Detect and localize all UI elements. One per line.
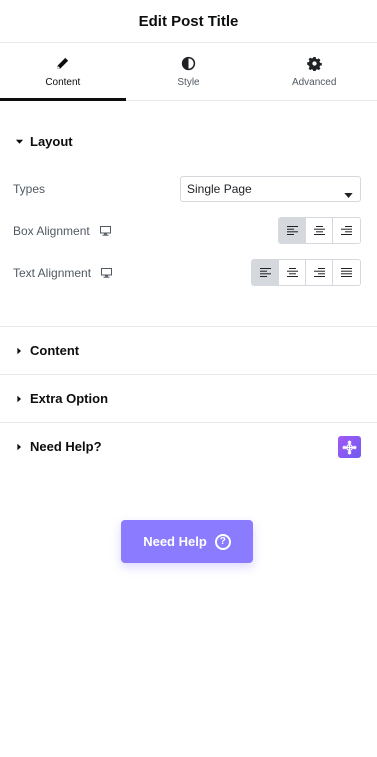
need-help-button[interactable]: Need Help ?: [121, 520, 253, 563]
align-right-icon: [313, 268, 325, 277]
text-align-right-button[interactable]: [306, 260, 333, 285]
types-select-value: Single Page: [187, 181, 252, 196]
types-select[interactable]: Single Page: [180, 175, 361, 202]
caret-down-icon: [14, 136, 24, 146]
box-align-center-button[interactable]: [306, 218, 333, 243]
align-left-icon: [259, 268, 271, 277]
text-align-justify-button[interactable]: [333, 260, 360, 285]
section-extra-option-toggle[interactable]: Extra Option: [0, 375, 377, 422]
tab-content[interactable]: Content: [0, 43, 126, 101]
types-label: Types: [13, 181, 46, 196]
section-need-help-toggle[interactable]: Need Help?: [0, 423, 377, 470]
plugin-badge-icon: [338, 436, 361, 458]
section-title: Content: [30, 343, 80, 358]
chevron-down-icon: [344, 187, 353, 201]
question-circle-icon: ?: [214, 533, 231, 550]
panel-tabs: Content Style Advanced: [0, 43, 377, 101]
box-align-right-button[interactable]: [333, 218, 360, 243]
box-alignment-label: Box Alignment: [13, 223, 90, 238]
need-help-label: Need Help: [143, 534, 207, 549]
tab-label: Content: [45, 77, 81, 88]
caret-right-icon: [14, 395, 24, 403]
box-alignment-group: [278, 217, 361, 244]
section-title: Need Help?: [30, 439, 102, 454]
text-alignment-group: [251, 259, 361, 286]
panel-header: Edit Post Title: [0, 0, 377, 43]
align-center-icon: [286, 268, 298, 277]
text-alignment-label-wrap: Text Alignment: [13, 265, 113, 280]
section-content-toggle[interactable]: Content: [0, 327, 377, 374]
align-right-icon: [341, 226, 352, 235]
box-alignment-control: Box Alignment: [13, 217, 361, 244]
box-alignment-label-wrap: Box Alignment: [13, 224, 111, 238]
gear-icon: [306, 55, 322, 71]
section-title: Layout: [30, 133, 73, 149]
align-justify-icon: [341, 268, 352, 277]
align-center-icon: [313, 226, 325, 235]
tab-label: Style: [177, 77, 200, 88]
caret-right-icon: [14, 347, 24, 355]
text-align-center-button[interactable]: [279, 260, 306, 285]
tab-style[interactable]: Style: [126, 43, 252, 100]
section-title: Extra Option: [30, 391, 109, 406]
half-circle-icon: [181, 55, 197, 71]
page-title: Edit Post Title: [138, 12, 239, 30]
section-layout-toggle[interactable]: Layout: [0, 131, 87, 151]
pencil-icon: [55, 55, 71, 71]
tab-advanced[interactable]: Advanced: [251, 43, 377, 100]
desktop-icon[interactable]: [99, 225, 111, 236]
text-alignment-label: Text Alignment: [13, 265, 92, 280]
text-align-left-button[interactable]: [252, 260, 279, 285]
desktop-icon[interactable]: [101, 267, 113, 278]
text-alignment-control: Text Alignment: [13, 259, 361, 286]
tab-label: Advanced: [291, 77, 337, 88]
types-control: Types Single Page: [13, 175, 361, 202]
align-left-icon: [286, 226, 298, 235]
box-align-left-button[interactable]: [279, 218, 306, 243]
caret-right-icon: [14, 443, 24, 451]
